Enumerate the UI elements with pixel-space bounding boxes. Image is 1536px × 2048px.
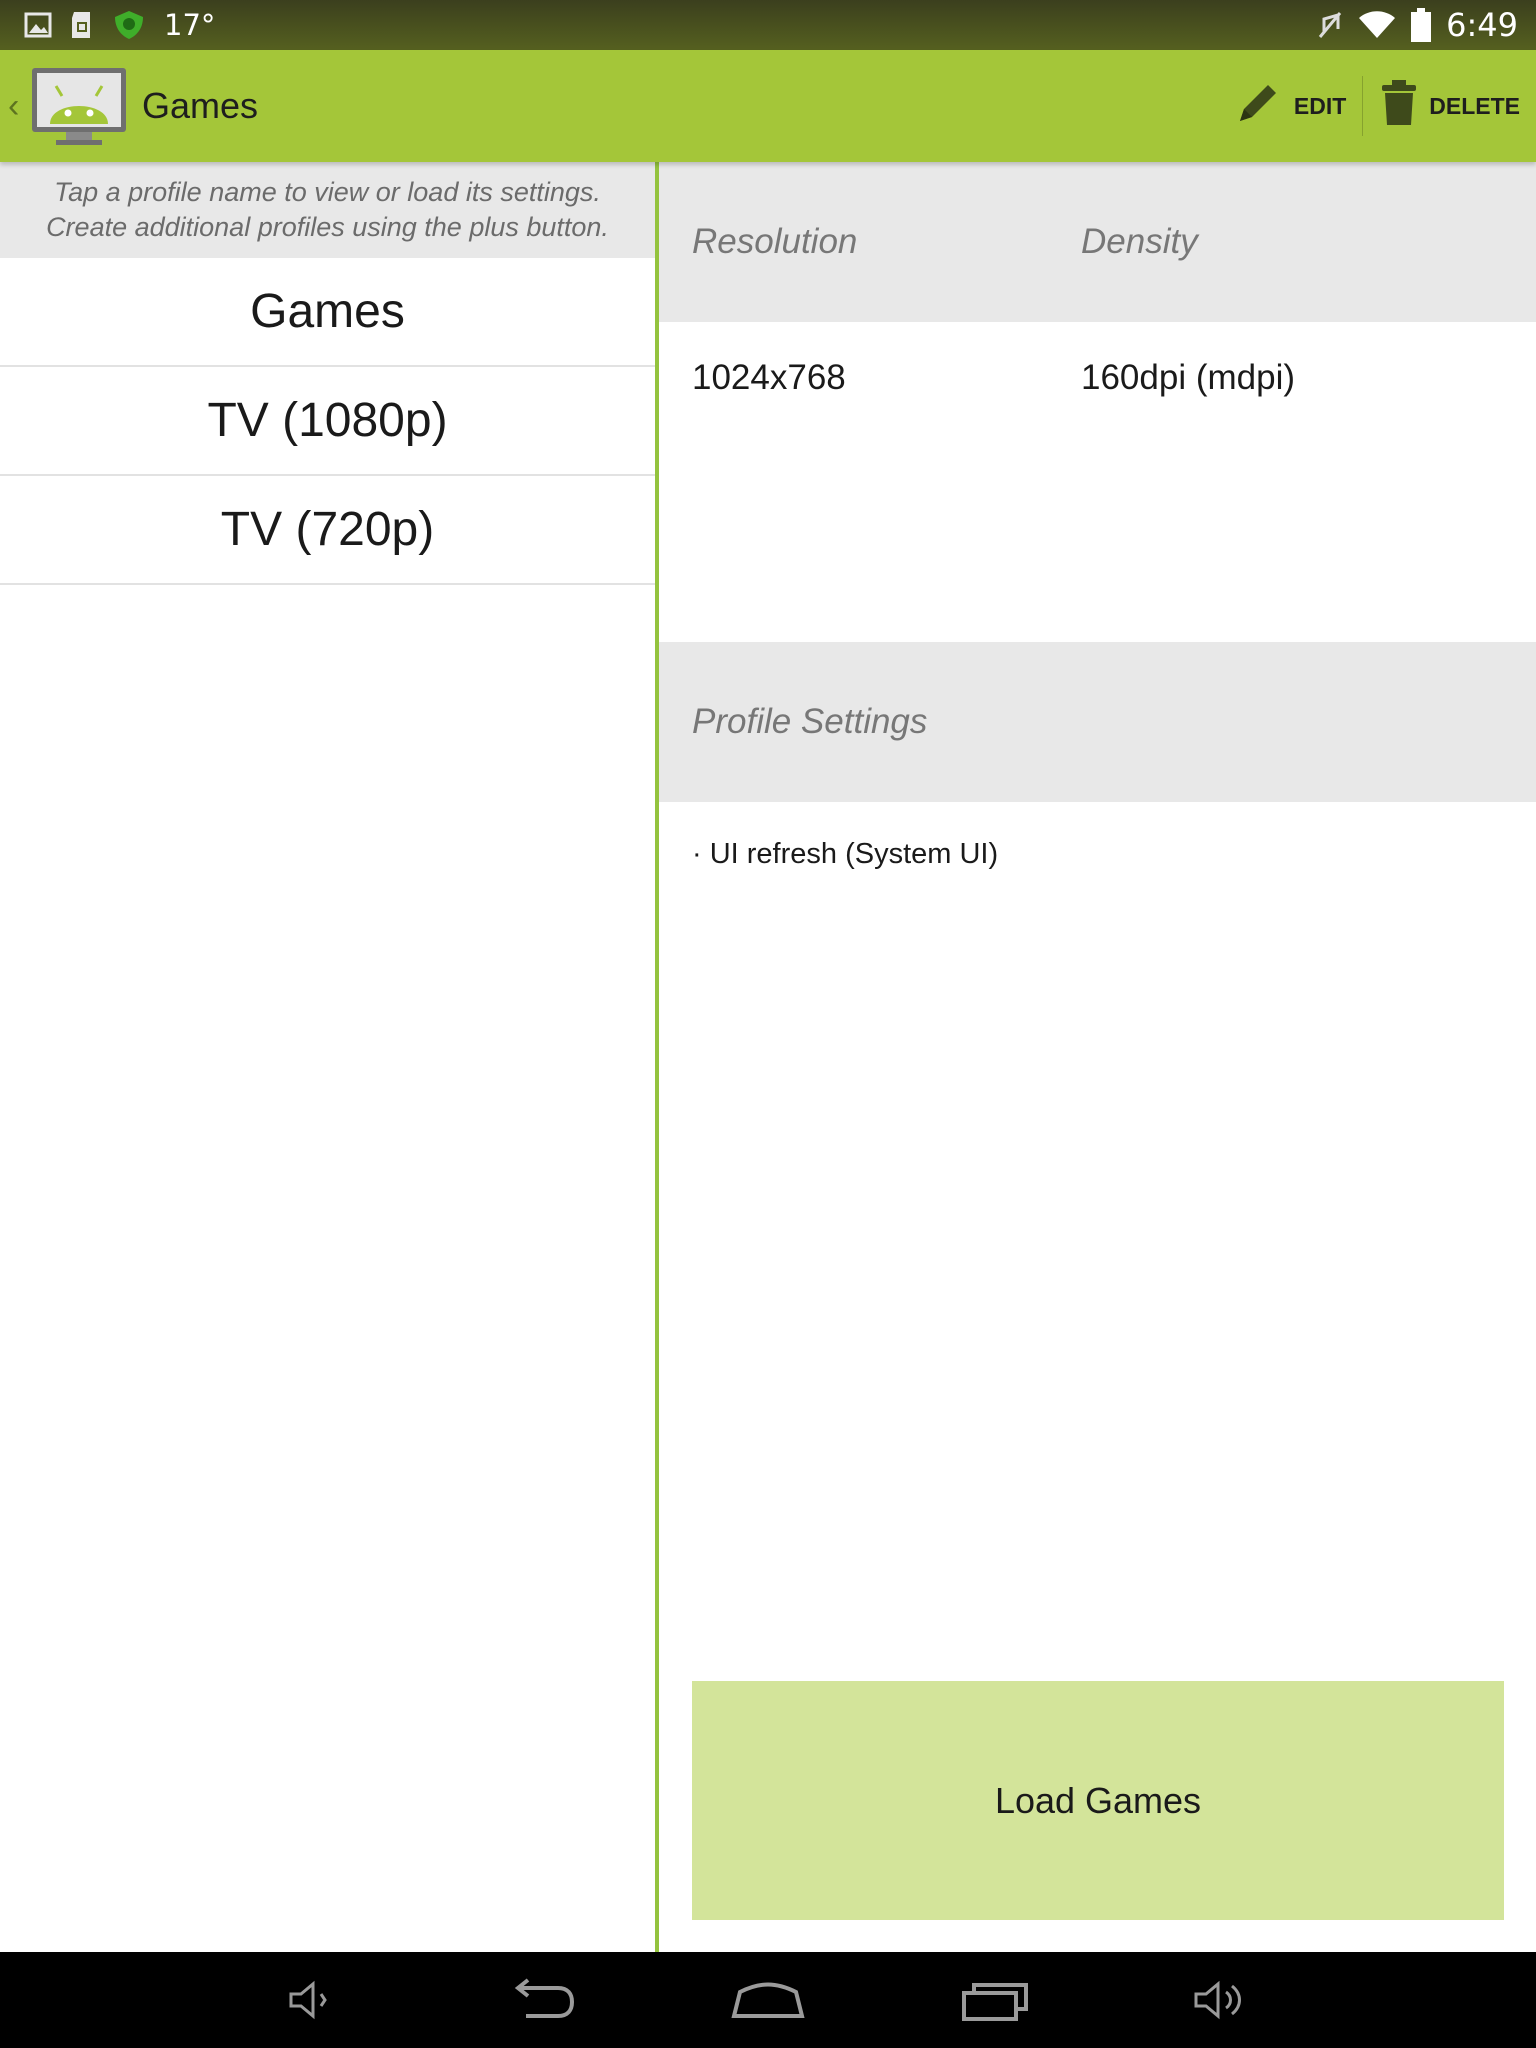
hint-line-1: Tap a profile name to view or load its s… [54, 177, 601, 207]
pencil-icon [1232, 77, 1284, 135]
page-title: Games [142, 85, 259, 126]
profile-settings-header: Profile Settings [659, 642, 1536, 802]
setting-item: · UI refresh (System UI) [692, 838, 999, 870]
hint-line-2: Create additional profiles using the plu… [46, 212, 609, 242]
instruction-hint: Tap a profile name to view or load its s… [0, 162, 655, 258]
profile-item-tv-720p[interactable]: TV (720p) [0, 476, 655, 585]
wifi-icon [1358, 10, 1396, 40]
recents-icon[interactable] [945, 1970, 1045, 2030]
up-caret-icon[interactable]: ‹ [8, 87, 24, 126]
status-bar: 17° 6:49 [0, 0, 1536, 50]
resolution-value: 1024x768 [692, 358, 846, 397]
mute-icon [1316, 9, 1344, 41]
edit-label: EDIT [1293, 92, 1347, 119]
battery-icon [1410, 8, 1432, 42]
navigation-bar [0, 1952, 1536, 2048]
profile-details-pane: Resolution Density 1024x768 160dpi (mdpi… [659, 162, 1536, 1952]
action-bar: ‹ Games EDIT DELETE [0, 50, 1536, 162]
trash-icon [1379, 78, 1419, 134]
resolution-header: Resolution [692, 222, 858, 261]
app-icon[interactable] [30, 66, 128, 146]
profile-list-pane: Tap a profile name to view or load its s… [0, 162, 655, 1952]
back-icon[interactable] [491, 1970, 591, 2030]
settings-list: · UI refresh (System UI) [659, 802, 1536, 871]
display-values-row: 1024x768 160dpi (mdpi) [659, 322, 1536, 642]
load-profile-button[interactable]: Load Games [692, 1681, 1504, 1920]
volume-up-icon[interactable] [1172, 1970, 1272, 2030]
volume-down-icon[interactable] [264, 1970, 364, 2030]
display-header: Resolution Density [659, 162, 1536, 322]
edit-button[interactable]: EDIT [1216, 50, 1362, 162]
delete-label: DELETE [1429, 92, 1520, 119]
delete-button[interactable]: DELETE [1363, 50, 1536, 162]
profile-item-tv-1080p[interactable]: TV (1080p) [0, 367, 655, 476]
image-icon [24, 12, 52, 38]
profile-item-games[interactable]: Games [0, 258, 655, 367]
temperature-text: 17° [164, 8, 216, 42]
shield-icon [112, 9, 146, 41]
sd-card-icon [70, 10, 94, 40]
density-header: Density [1081, 222, 1198, 261]
density-value: 160dpi (mdpi) [1081, 358, 1295, 397]
clock-text: 6:49 [1446, 6, 1518, 44]
home-icon[interactable] [718, 1970, 818, 2030]
